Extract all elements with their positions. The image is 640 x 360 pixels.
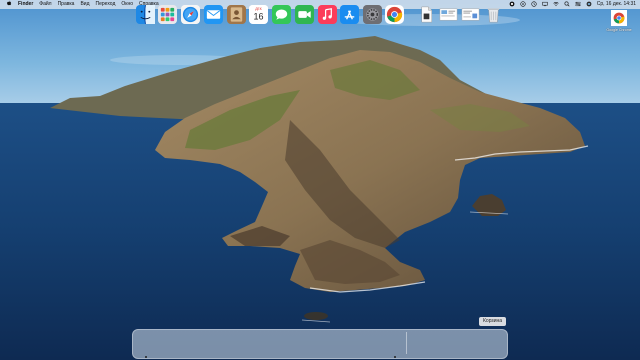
clock-menu-icon[interactable] (531, 0, 537, 9)
app-store-icon[interactable] (340, 5, 359, 24)
menu-app-name[interactable]: Finder (18, 0, 33, 9)
document-icon[interactable] (417, 5, 436, 24)
dock (132, 329, 508, 359)
apple-menu-icon[interactable] (6, 0, 12, 10)
system-preferences-icon[interactable] (363, 5, 382, 24)
desktop[interactable]: Finder Файл Правка Вид Переход Окно Спра… (0, 0, 640, 360)
contacts-icon[interactable] (227, 5, 246, 24)
finder-running-indicator (145, 356, 147, 358)
music-icon[interactable] (318, 5, 337, 24)
finder-icon[interactable] (136, 5, 155, 24)
trash-icon[interactable] (484, 5, 503, 24)
siri-icon[interactable] (586, 1, 592, 9)
facetime-icon[interactable] (295, 5, 314, 24)
desktop-icon-chrome[interactable]: Google Chrome (604, 10, 634, 32)
menu-file[interactable]: Файл (39, 0, 51, 9)
record-status-icon[interactable] (509, 1, 515, 9)
calendar-day: 16 (253, 12, 263, 22)
chrome-running-indicator (394, 356, 396, 358)
calendar-icon[interactable]: ДЕК 16 (249, 5, 268, 24)
wifi-sharing-icon[interactable] (520, 0, 526, 9)
menu-go[interactable]: Переход (96, 0, 116, 9)
launchpad-icon[interactable] (158, 5, 177, 24)
desktop-icon-label: Google Chrome (606, 28, 632, 32)
wifi-icon[interactable] (553, 1, 559, 9)
menu-window[interactable]: Окно (121, 0, 133, 9)
screenshot-icon[interactable] (439, 5, 458, 24)
menu-edit[interactable]: Правка (58, 0, 75, 9)
menu-clock[interactable]: Ср, 16 дек. 14:31 (597, 0, 636, 9)
dock-separator (406, 332, 407, 354)
control-center-icon[interactable] (575, 1, 581, 9)
messages-icon[interactable] (272, 5, 291, 24)
display-icon[interactable] (542, 1, 548, 9)
screenshot-icon[interactable] (461, 5, 480, 24)
mail-icon[interactable] (204, 5, 223, 24)
menu-view[interactable]: Вид (80, 0, 89, 9)
calendar-month: ДЕК (255, 7, 262, 11)
chrome-icon (611, 10, 627, 26)
dock-tooltip: Корзина (479, 317, 507, 326)
wallpaper (0, 0, 640, 360)
chrome-icon[interactable] (385, 5, 404, 24)
safari-icon[interactable] (181, 5, 200, 24)
search-icon[interactable] (564, 1, 570, 9)
